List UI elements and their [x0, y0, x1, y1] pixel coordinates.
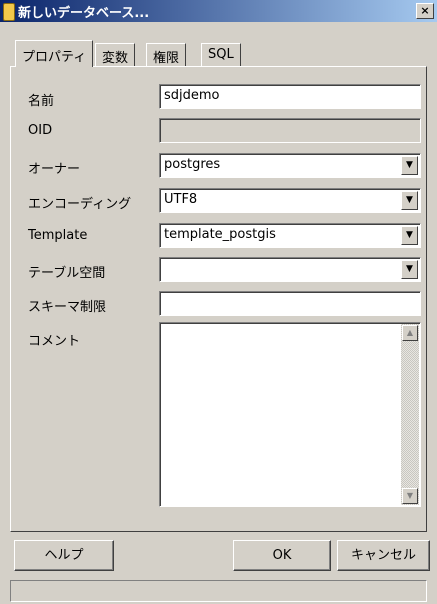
tab-variables[interactable]: 変数: [95, 43, 136, 66]
close-button[interactable]: ×: [416, 3, 434, 19]
chevron-down-icon[interactable]: ▼: [401, 260, 418, 279]
template-label: Template: [28, 228, 88, 243]
schema-restriction-label: スキーマ制限: [28, 300, 107, 315]
encoding-select[interactable]: UTF8 ▼: [159, 188, 421, 213]
scroll-up-icon[interactable]: ▲: [402, 325, 418, 341]
oid-input: [159, 118, 421, 143]
name-label: 名前: [28, 94, 55, 109]
title-bar: 新しいデータベース... ×: [0, 0, 437, 22]
status-bar: [10, 580, 427, 602]
owner-select[interactable]: postgres ▼: [159, 153, 421, 178]
owner-label: オーナー: [28, 162, 81, 177]
oid-label: OID: [28, 123, 53, 138]
comment-textarea[interactable]: ▲ ▼: [159, 322, 421, 507]
scroll-down-icon[interactable]: ▼: [402, 488, 418, 504]
tablespace-select[interactable]: ▼: [159, 257, 421, 282]
chevron-down-icon[interactable]: ▼: [401, 226, 418, 245]
encoding-value: UTF8: [164, 192, 198, 207]
name-input[interactable]: sdjdemo: [159, 84, 421, 109]
help-button[interactable]: ヘルプ: [14, 540, 114, 571]
template-select[interactable]: template_postgis ▼: [159, 223, 421, 248]
tablespace-label: テーブル空間: [28, 266, 106, 281]
cancel-button[interactable]: キャンセル: [337, 540, 430, 571]
window-title: 新しいデータベース...: [18, 6, 150, 21]
comment-scrollbar[interactable]: ▲ ▼: [401, 324, 419, 505]
chevron-down-icon[interactable]: ▼: [401, 191, 418, 210]
schema-restriction-input[interactable]: [159, 291, 421, 316]
ok-button[interactable]: OK: [233, 540, 331, 571]
template-value: template_postgis: [164, 227, 276, 242]
tab-properties[interactable]: プロパティ: [15, 40, 94, 67]
encoding-label: エンコーディング: [28, 197, 132, 212]
chevron-down-icon[interactable]: ▼: [401, 156, 418, 175]
owner-value: postgres: [164, 157, 221, 172]
tab-sql[interactable]: SQL: [201, 43, 241, 66]
comment-label: コメント: [28, 334, 81, 349]
database-icon: [3, 3, 15, 21]
tab-privileges[interactable]: 権限: [146, 43, 187, 66]
new-database-dialog: 新しいデータベース... × プロパティ 変数 権限 SQL 名前 sdjdem…: [0, 0, 437, 604]
